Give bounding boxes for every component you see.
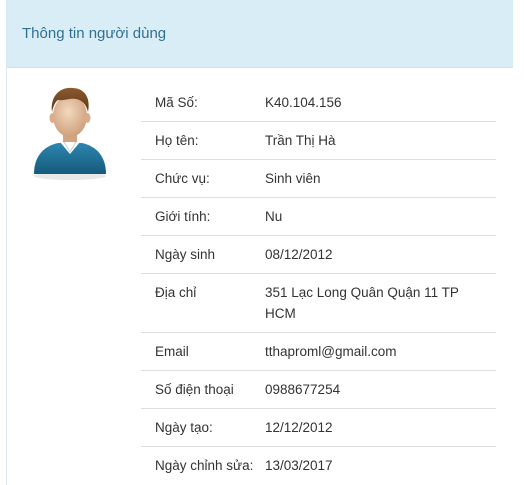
field-value: tthaproml@gmail.com (265, 332, 496, 371)
info-row-id: Mã Số: K40.104.156 (141, 84, 496, 122)
info-row-gender: Giới tính: Nu (141, 197, 496, 236)
field-label: Ngày sinh (141, 235, 265, 274)
info-row-email: Email tthaproml@gmail.com (141, 332, 496, 371)
field-label: Ngày tạo: (141, 408, 265, 447)
info-row-name: Họ tên: Trần Thị Hà (141, 121, 496, 160)
info-row-phone: Số điện thoại 0988677254 (141, 370, 496, 409)
field-value: 12/12/2012 (265, 408, 496, 447)
field-label: Chức vụ: (141, 159, 265, 198)
info-row-modified: Ngày chỉnh sửa: 13/03/2017 (141, 447, 496, 485)
field-label: Số điện thoại (141, 370, 265, 409)
info-row-birthdate: Ngày sinh 08/12/2012 (141, 235, 496, 274)
field-value: 0988677254 (265, 370, 496, 409)
field-label: Mã Số: (141, 84, 265, 122)
field-value: K40.104.156 (265, 84, 496, 122)
field-value: Trần Thị Hà (265, 121, 496, 160)
field-value: 351 Lạc Long Quân Quận 11 TP HCM (265, 273, 496, 333)
field-label: Email (141, 332, 265, 371)
field-value: Nu (265, 197, 496, 236)
field-value: 13/03/2017 (265, 458, 333, 473)
info-row-created: Ngày tạo: 12/12/2012 (141, 408, 496, 447)
field-label: Địa chỉ (141, 273, 265, 333)
field-label: Họ tên: (141, 121, 265, 160)
panel-heading: Thông tin người dùng (7, 0, 513, 68)
info-row-position: Chức vụ: Sinh viên (141, 159, 496, 198)
field-value: Sinh viên (265, 159, 496, 198)
info-row-address: Địa chỉ 351 Lạc Long Quân Quận 11 TP HCM (141, 273, 496, 333)
user-avatar-icon (34, 87, 106, 180)
field-value: 08/12/2012 (265, 235, 496, 274)
field-label: Giới tính: (141, 197, 265, 236)
field-label: Ngày chỉnh sửa: (155, 458, 254, 473)
user-info-table: Mã Số: K40.104.156 Họ tên: Trần Thị Hà C… (141, 84, 496, 484)
panel-title: Thông tin người dùng (22, 25, 167, 42)
